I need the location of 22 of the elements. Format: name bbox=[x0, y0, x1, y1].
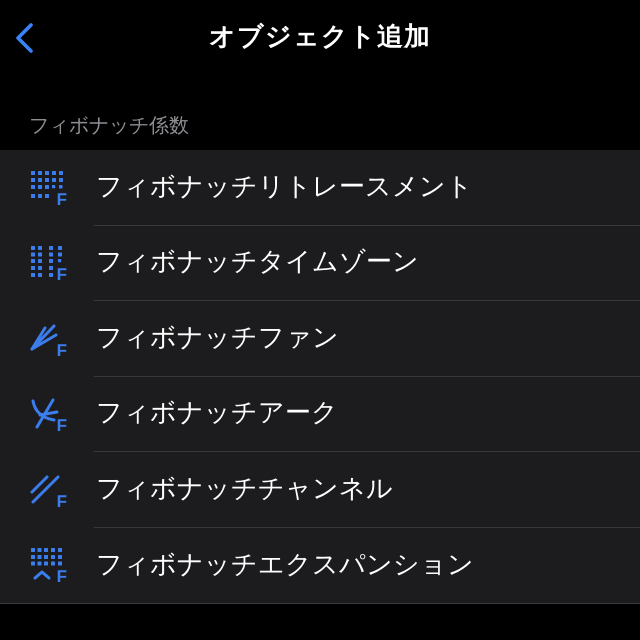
item-label: フィボナッチタイムゾーン bbox=[95, 247, 419, 278]
icon-letter: F bbox=[56, 417, 67, 434]
icon-letter: F bbox=[56, 342, 67, 359]
item-label: フィボナッチエクスパンション bbox=[95, 550, 474, 581]
item-label: フィボナッチアーク bbox=[95, 398, 338, 430]
icon-letter: F bbox=[56, 492, 67, 510]
chevron-left-icon bbox=[14, 22, 34, 54]
icon-letter: F bbox=[56, 568, 67, 586]
list-item[interactable]: F フィボナッチタイムゾーン bbox=[0, 226, 640, 301]
icon-letter: F bbox=[56, 266, 67, 284]
list-item[interactable]: F フィボナッチリトレースメント bbox=[0, 150, 640, 226]
screen-title: オブジェクト追加 bbox=[209, 22, 431, 54]
list-item[interactable]: F フィボナッチアーク bbox=[0, 376, 640, 452]
section-header: フィボナッチ係数 bbox=[28, 112, 190, 139]
list-item[interactable]: F フィボナッチファン bbox=[0, 301, 640, 376]
item-label: フィボナッチファン bbox=[95, 322, 339, 354]
item-label: フィボナッチリトレースメント bbox=[95, 172, 473, 203]
list-item[interactable]: F フィボナッチチャンネル bbox=[0, 452, 640, 528]
icon-letter: F bbox=[56, 190, 67, 208]
item-label: フィボナッチチャンネル bbox=[95, 474, 393, 505]
list-item[interactable]: F フィボナッチエクスパンション bbox=[0, 528, 640, 603]
back-button[interactable] bbox=[14, 22, 34, 54]
